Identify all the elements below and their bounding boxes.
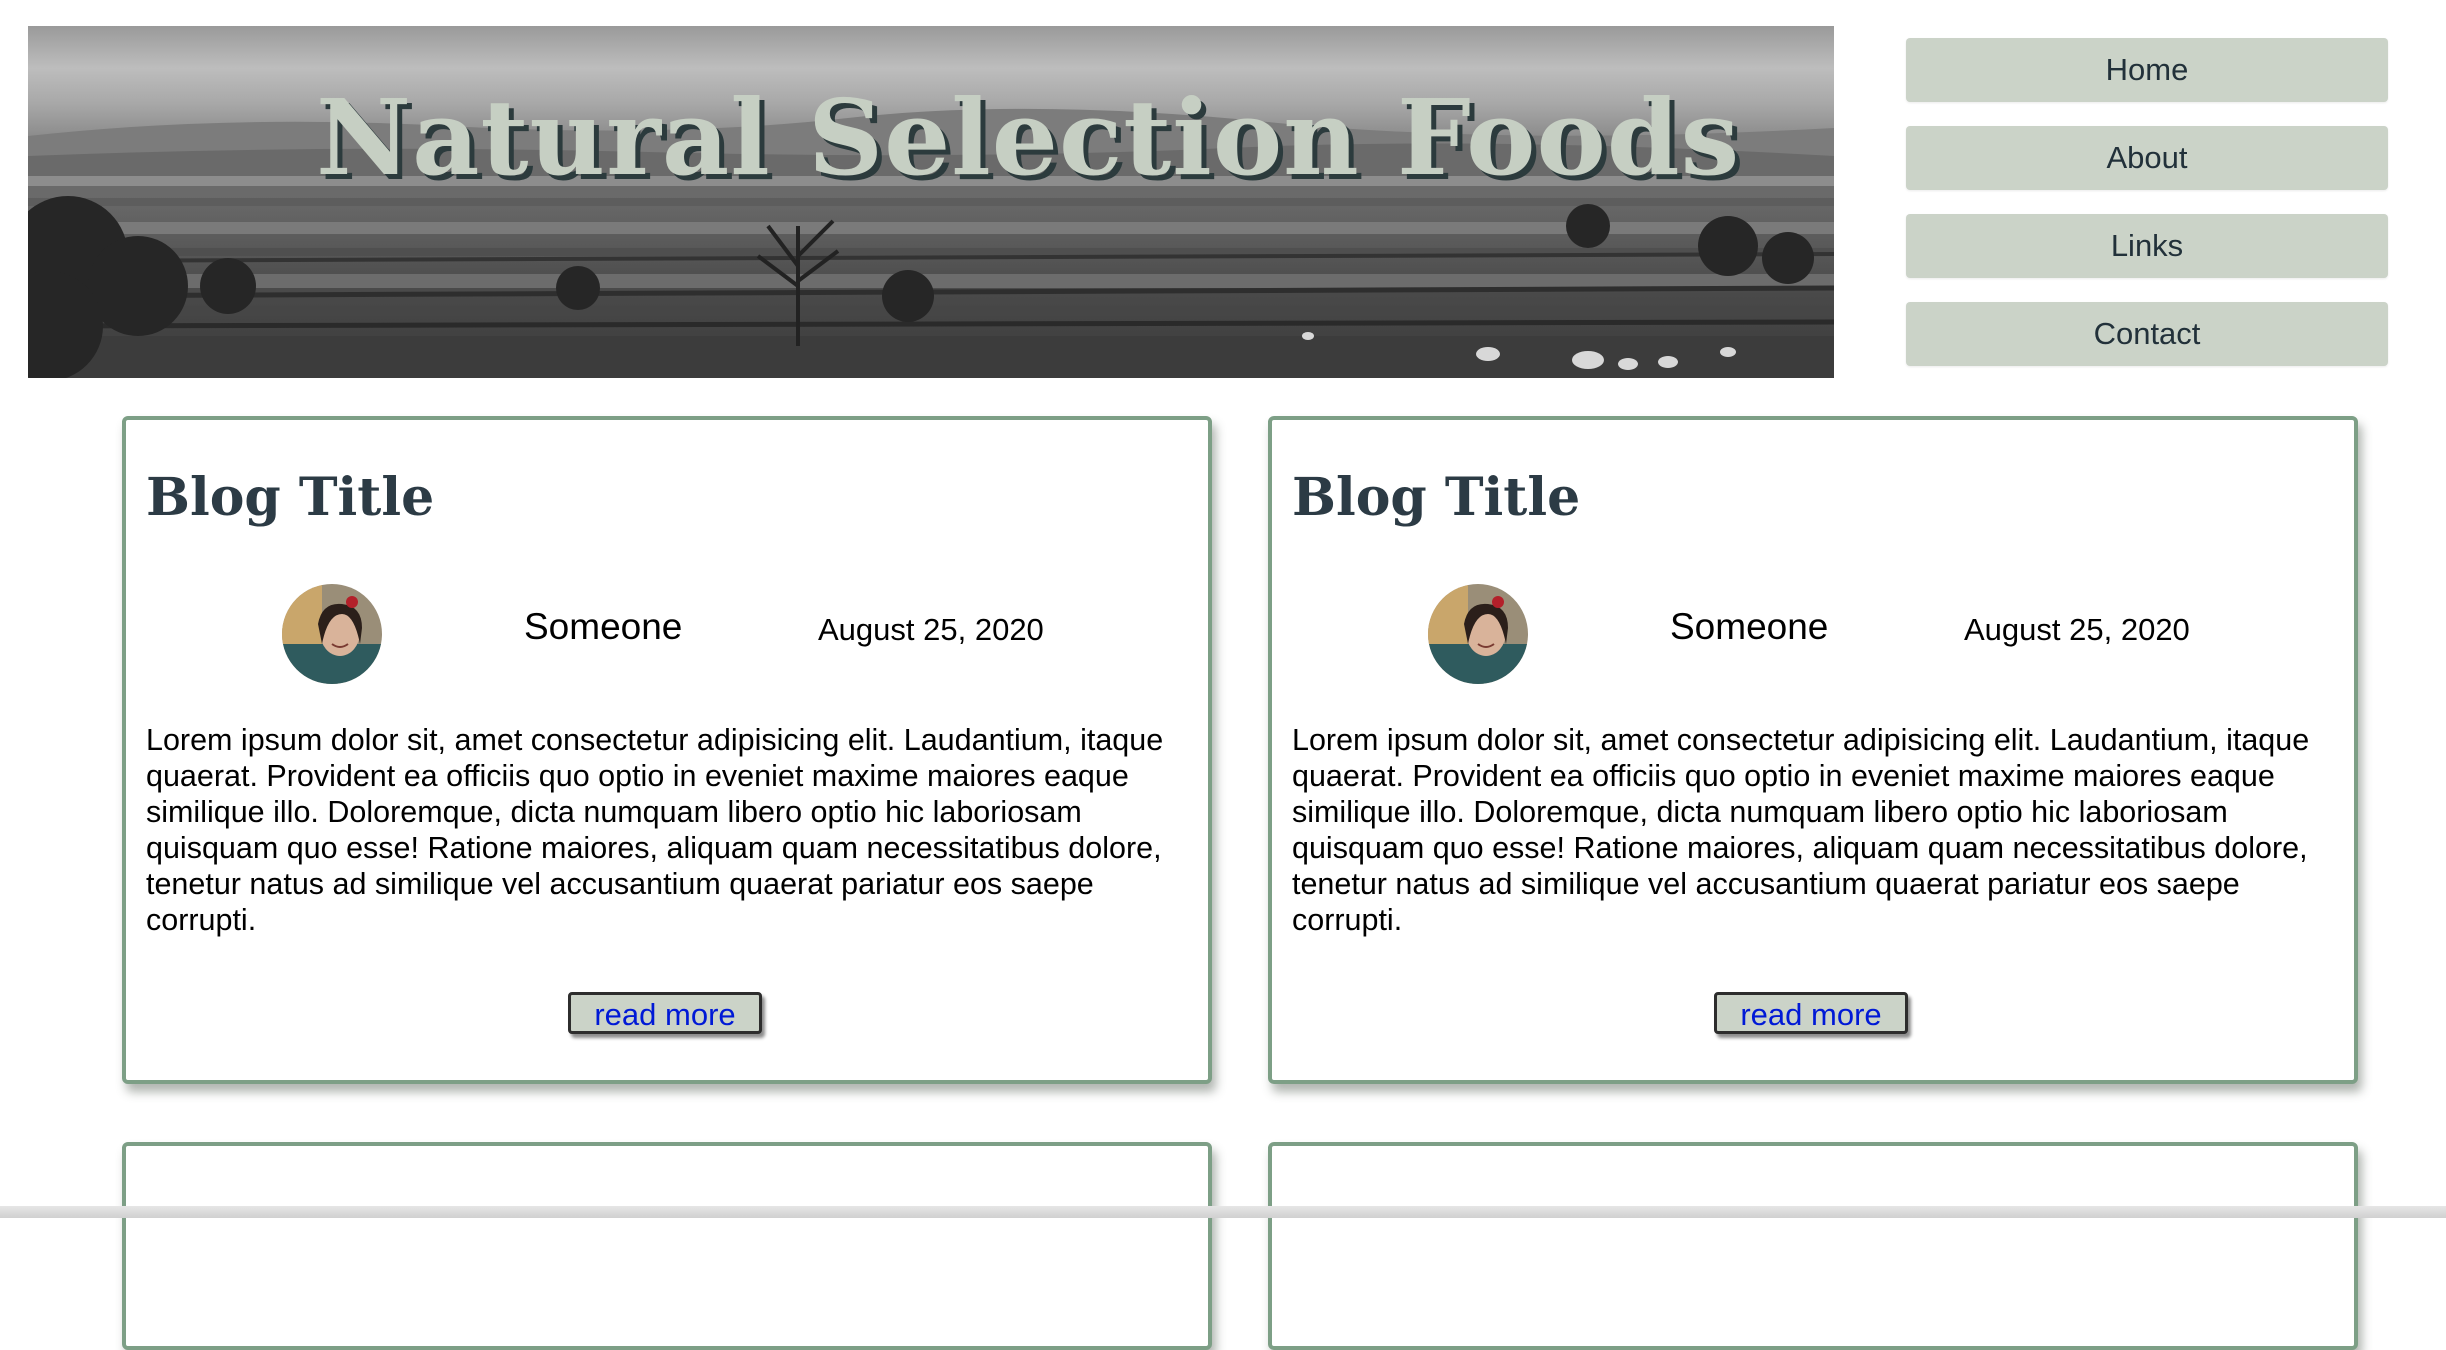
blog-card-partial [122, 1142, 1212, 1350]
blog-card: Blog Title Someone August 25, 2020 Lorem… [1268, 416, 2358, 1084]
read-more-button[interactable]: read more [1714, 992, 1908, 1034]
author-name: Someone [524, 606, 683, 647]
main-nav: Home About Links Contact [1906, 38, 2388, 390]
blog-card: Blog Title Someone August 25, 2020 Lorem… [122, 416, 1212, 1084]
post-excerpt: Lorem ipsum dolor sit, amet consectetur … [1292, 723, 2310, 937]
nav-home-button[interactable]: Home [1906, 38, 2388, 102]
nav-links-button[interactable]: Links [1906, 214, 2388, 278]
read-more-button[interactable]: read more [568, 992, 762, 1034]
site-title: Natural Selection Foods [316, 76, 1741, 199]
post-date: August 25, 2020 [1964, 612, 2190, 647]
nav-contact-button[interactable]: Contact [1906, 302, 2388, 366]
post-date: August 25, 2020 [818, 612, 1044, 647]
blog-card-partial [1268, 1142, 2358, 1350]
author-avatar [282, 584, 382, 684]
post-excerpt: Lorem ipsum dolor sit, amet consectetur … [146, 723, 1164, 937]
header-banner: Natural Selection Foods [28, 26, 1834, 378]
blog-title: Blog Title [146, 467, 435, 528]
author-name: Someone [1670, 606, 1829, 647]
horizontal-scrollbar[interactable] [0, 1206, 2446, 1218]
author-avatar [1428, 584, 1528, 684]
nav-about-button[interactable]: About [1906, 126, 2388, 190]
blog-title: Blog Title [1292, 467, 1581, 528]
